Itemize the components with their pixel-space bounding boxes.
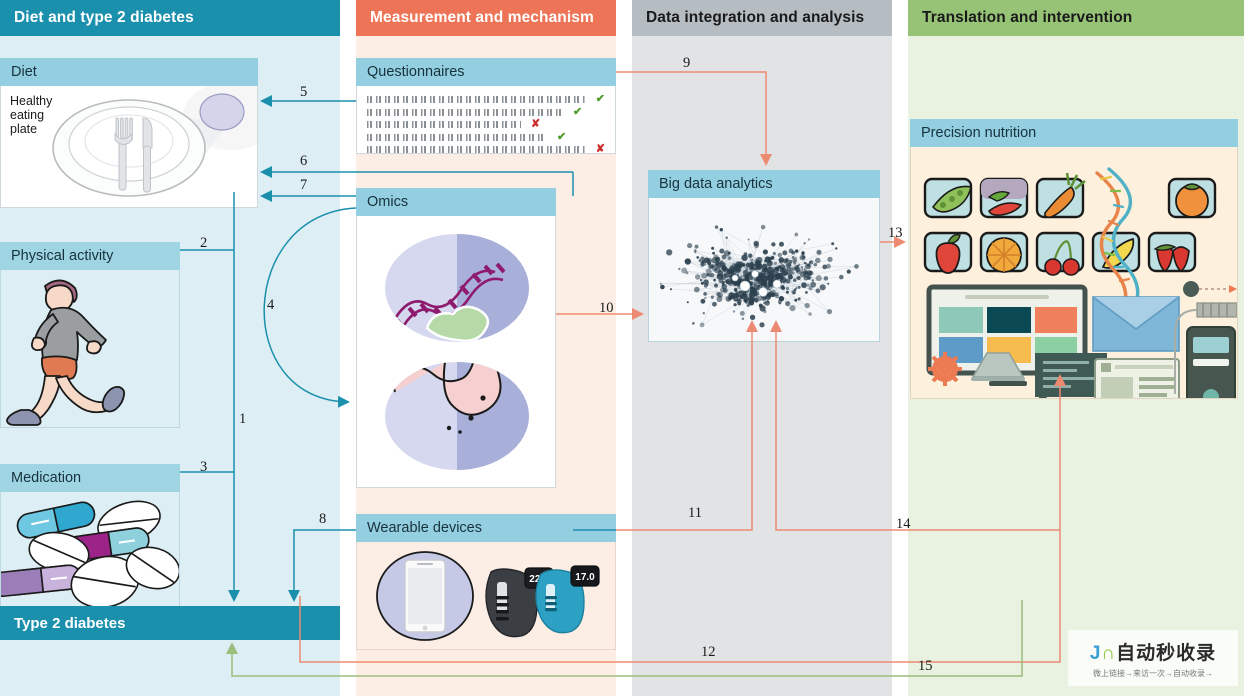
arrow-number-11: 11 <box>688 505 702 521</box>
panel-body-precision-nutrition <box>910 147 1238 399</box>
arrow-number-8: 8 <box>319 511 327 527</box>
apple-icon <box>923 231 973 274</box>
panel-title-medication: Medication <box>0 464 180 492</box>
strawberry-icon <box>1147 231 1197 273</box>
panel-body-diet: Healthy eating plate <box>0 86 258 208</box>
panel-omics: Omics <box>356 188 556 488</box>
peas-icon <box>923 177 973 219</box>
panel-title-big-data-analytics: Big data analytics <box>648 170 880 198</box>
panel-title-physical-activity: Physical activity <box>0 242 180 270</box>
gear-icon <box>928 352 962 386</box>
panel-body-physical-activity <box>0 270 180 428</box>
questionnaire-text-bars <box>367 121 521 128</box>
panel-title-questionnaires: Questionnaires <box>356 58 616 86</box>
pepper-icon <box>979 177 1029 219</box>
questionnaire-text-bars <box>367 146 586 153</box>
arrow-number-7: 7 <box>300 177 308 193</box>
envelope-icon <box>1092 296 1180 352</box>
arrow-number-10: 10 <box>599 300 614 316</box>
panel-body-omics <box>356 216 556 488</box>
panel-questionnaires: Questionnaires ✔ ✔ ✘ ✔ ✘ <box>356 58 616 154</box>
arrow-number-15: 15 <box>918 658 933 674</box>
tablet-fitness-band-icon: 22.0 17.0 <box>376 551 600 641</box>
questionnaire-row: ✔ <box>367 105 605 118</box>
watermark-sub-text: 微上链接→来访一次→自动收录→ <box>1093 668 1213 678</box>
panel-body-medication <box>0 492 180 614</box>
wearable-display-value-2: 17.0 <box>575 572 595 583</box>
tomato-icon <box>1167 177 1217 219</box>
watermark-logo-j: J <box>1089 642 1102 664</box>
arrow-number-14: 14 <box>896 516 911 532</box>
watermark-chinese: 自动秒收录 <box>1116 642 1217 664</box>
type-2-diabetes-outcome-bar: Type 2 diabetes <box>0 606 340 640</box>
arrow-number-4: 4 <box>267 297 275 313</box>
running-person-icon <box>6 279 126 426</box>
panel-medication: Medication <box>0 464 180 614</box>
arrow-number-1: 1 <box>239 411 247 427</box>
arrow-number-3: 3 <box>200 459 208 475</box>
dna-gut-microbiome-icon <box>385 234 529 470</box>
panel-precision-nutrition: Precision nutrition <box>910 119 1238 399</box>
smartphone-icon <box>1186 326 1236 398</box>
panel-title-wearable-devices: Wearable devices <box>356 514 616 542</box>
watermark-logo-n: ∩ <box>1101 642 1117 664</box>
network-graph-icon <box>659 224 859 328</box>
panel-body-questionnaires: ✔ ✔ ✘ ✔ ✘ <box>356 86 616 154</box>
arrow-number-6: 6 <box>300 153 308 169</box>
panel-body-wearable-devices: 22.0 17.0 <box>356 542 616 650</box>
panel-body-big-data-analytics <box>648 198 880 342</box>
orange-slice-icon <box>979 231 1029 273</box>
carrot-icon <box>1035 172 1086 219</box>
questionnaire-row: ✔ <box>367 130 605 143</box>
cross-icon: ✘ <box>531 118 541 130</box>
pills-capsules-icon <box>1 500 179 609</box>
panel-title-omics: Omics <box>356 188 556 216</box>
arrow-number-9: 9 <box>683 55 691 71</box>
column-header-measurement: Measurement and mechanism <box>356 0 616 36</box>
food-tech-collage-icon <box>923 167 1237 398</box>
arrow-number-13: 13 <box>888 225 903 241</box>
arrow-number-12: 12 <box>701 644 716 660</box>
cross-icon: ✘ <box>595 143 605 154</box>
panel-title-diet: Diet <box>0 58 258 86</box>
panel-big-data-analytics: Big data analytics <box>648 170 880 342</box>
cherries-icon <box>1035 231 1085 276</box>
check-icon: ✔ <box>573 105 583 118</box>
check-icon: ✔ <box>595 93 605 105</box>
figure-canvas: Diet and type 2 diabetes Measurement and… <box>0 0 1244 696</box>
questionnaire-text-bars <box>367 96 586 103</box>
questionnaire-row: ✔ <box>367 94 605 105</box>
webpage-card-icon <box>1094 358 1180 398</box>
questionnaire-text-bars <box>367 108 563 116</box>
questionnaire-row: ✘ <box>367 143 605 154</box>
panel-wearable-devices: Wearable devices 17.0 <box>356 514 616 650</box>
panel-physical-activity: Physical activity <box>0 242 180 428</box>
panel-diet: Diet Healthy eating plate <box>0 58 258 208</box>
column-header-diet: Diet and type 2 diabetes <box>0 0 340 36</box>
check-icon: ✔ <box>557 130 567 143</box>
watermark-main-text: J∩自动秒收录 <box>1090 638 1216 665</box>
arrow-number-5: 5 <box>300 84 308 100</box>
column-header-translation: Translation and intervention <box>908 0 1244 36</box>
arrow-number-2: 2 <box>200 235 208 251</box>
questionnaire-text-bars <box>367 133 547 141</box>
questionnaire-row: ✘ <box>367 119 605 130</box>
panel-title-precision-nutrition: Precision nutrition <box>910 119 1238 147</box>
dinner-plate-icon <box>52 86 257 197</box>
arrow-15 <box>226 600 1023 677</box>
column-header-data-integration: Data integration and analysis <box>632 0 892 36</box>
column-data-background <box>632 0 892 696</box>
watermark: J∩自动秒收录 微上链接→来访一次→自动收录→ <box>1068 630 1238 686</box>
